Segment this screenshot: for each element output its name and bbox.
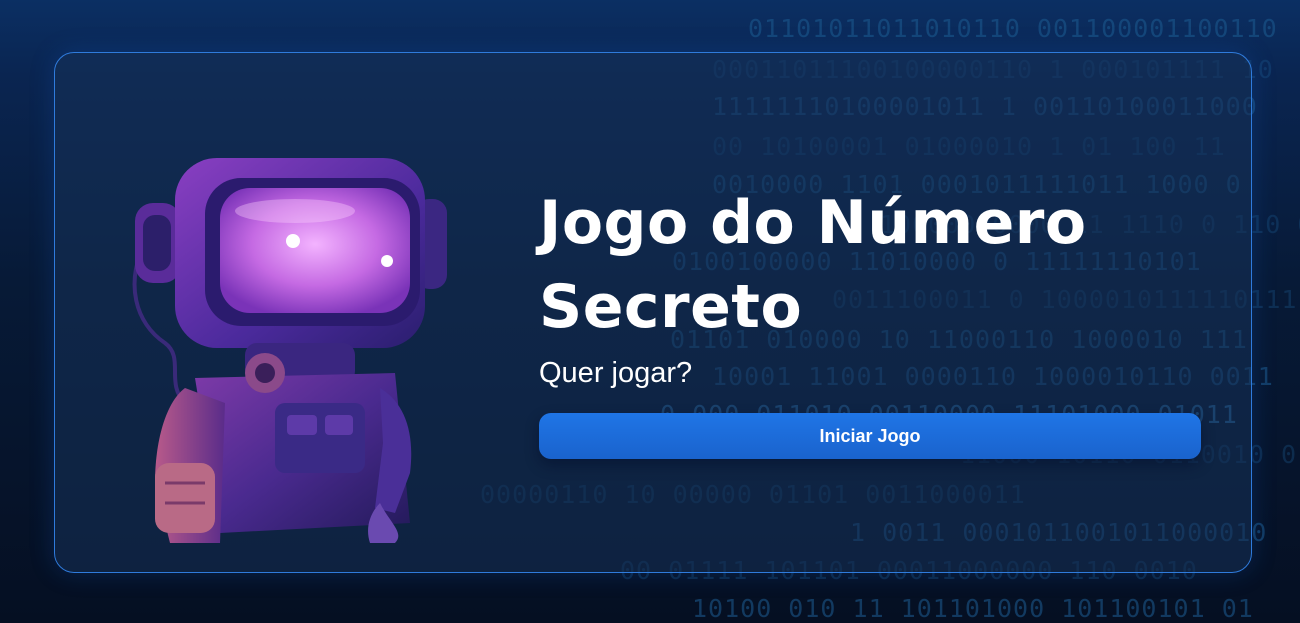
robot-astronaut-image [132, 158, 447, 543]
binary-line: 10100 010 11 101101000 101100101 01 [692, 594, 1254, 623]
start-game-button[interactable]: Iniciar Jogo [539, 413, 1201, 459]
title-line-2: Secreto [539, 272, 803, 342]
binary-line: 01101011011010110 001100001100110 [748, 14, 1278, 43]
game-intro-card: Jogo do Número Secreto Quer jogar? Inici… [54, 52, 1252, 573]
game-intro-content: Jogo do Número Secreto Quer jogar? Inici… [539, 181, 1201, 459]
title-line-1: Jogo do Número [539, 188, 1087, 258]
subtitle: Quer jogar? [539, 357, 693, 389]
page-title: Jogo do Número Secreto [539, 181, 1201, 349]
